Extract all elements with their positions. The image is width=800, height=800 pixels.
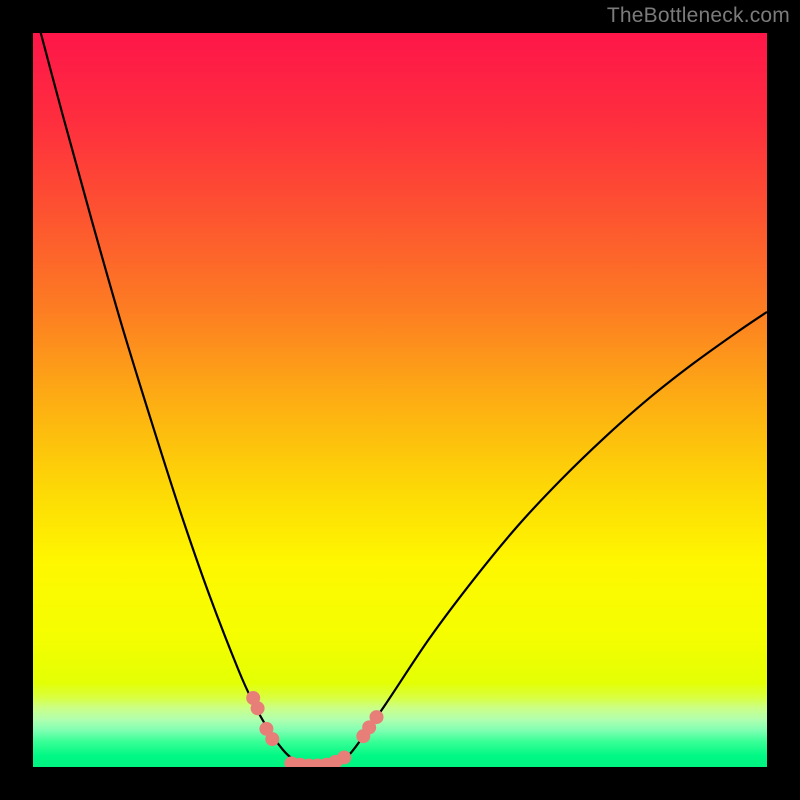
background-gradient bbox=[33, 33, 767, 767]
watermark-text: TheBottleneck.com bbox=[607, 4, 790, 28]
chart-frame: TheBottleneck.com bbox=[0, 0, 800, 800]
plot-area bbox=[33, 33, 767, 767]
